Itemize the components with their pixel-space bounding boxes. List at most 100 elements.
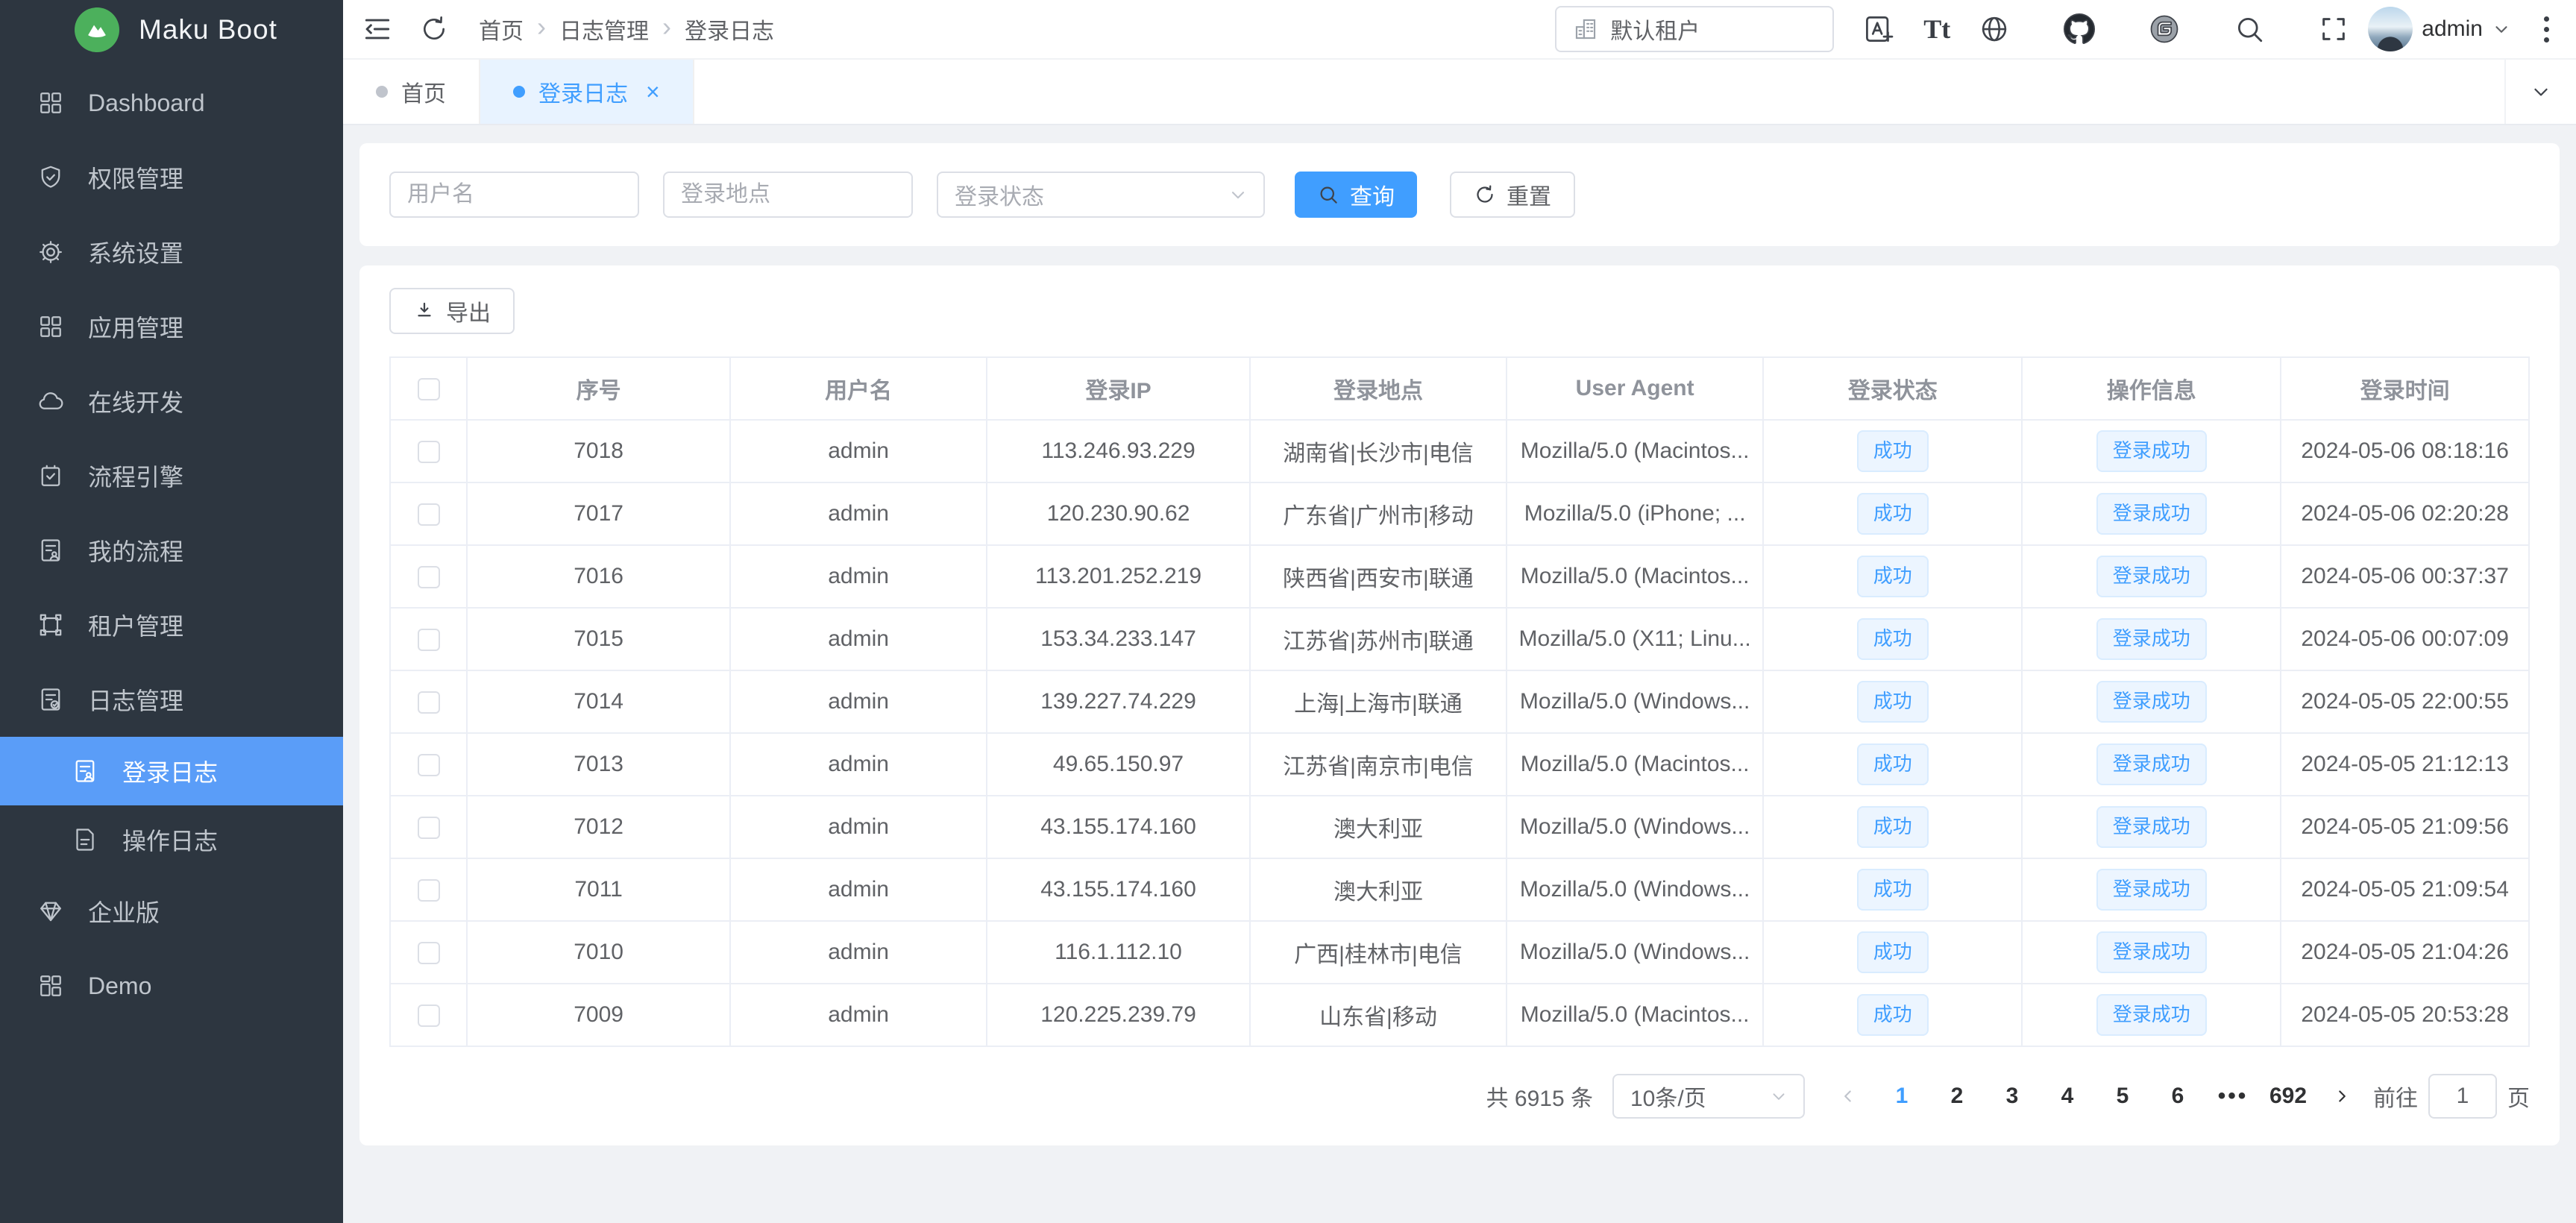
prev-page-icon[interactable]	[1827, 1074, 1869, 1119]
user-menu[interactable]: admin	[2368, 7, 2511, 51]
page-number-last[interactable]: 692	[2266, 1074, 2310, 1119]
query-button[interactable]: 查询	[1295, 172, 1417, 218]
row-checkbox[interactable]	[418, 566, 440, 588]
status-badge: 成功	[1857, 681, 1929, 722]
page-number-2[interactable]: 2	[1935, 1074, 1979, 1119]
export-button[interactable]: 导出	[389, 288, 515, 334]
breadcrumb-home[interactable]: 首页	[479, 13, 524, 45]
github-icon[interactable]	[2064, 13, 2095, 45]
close-icon[interactable]: ×	[646, 80, 660, 104]
sidebar-item-dashboard[interactable]: Dashboard	[0, 66, 343, 140]
sidebar-item-system-settings[interactable]: 系统设置	[0, 215, 343, 289]
column-header-location: 登录地点	[1250, 357, 1507, 420]
location-input[interactable]	[663, 172, 913, 218]
more-icon[interactable]	[2539, 12, 2554, 47]
search-icon	[1317, 183, 1339, 206]
username-input[interactable]	[389, 172, 639, 218]
row-checkbox[interactable]	[418, 691, 440, 714]
grid-icon	[37, 89, 64, 116]
page-number-1[interactable]: 1	[1879, 1074, 1924, 1119]
row-checkbox[interactable]	[418, 441, 440, 463]
row-checkbox[interactable]	[418, 754, 440, 776]
cell-user-agent: Mozilla/5.0 (Macintos...	[1507, 420, 1763, 482]
chevron-down-icon	[2492, 19, 2511, 39]
status-badge: 成功	[1857, 618, 1929, 659]
sidebar-item-online-dev[interactable]: 在线开发	[0, 364, 343, 438]
sidebar-item-demo[interactable]: Demo	[0, 949, 343, 1023]
pagination-ellipsis-icon[interactable]: •••	[2211, 1084, 2255, 1109]
row-checkbox[interactable]	[418, 942, 440, 964]
table-panel: 导出 序号 用户名 登录IP 登录地点	[359, 265, 2560, 1145]
row-checkbox[interactable]	[418, 503, 440, 526]
globe-icon[interactable]	[1979, 13, 2010, 45]
cell-ip: 139.227.74.229	[987, 670, 1250, 733]
sidebar-menu: Dashboard 权限管理 系统设置 应用管理 在线开发	[0, 60, 343, 1023]
row-checkbox[interactable]	[418, 817, 440, 839]
font-size-icon[interactable]: Tt	[1923, 13, 1950, 45]
sidebar-item-app-management[interactable]: 应用管理	[0, 289, 343, 364]
cell-location: 广东省|广州市|移动	[1250, 482, 1507, 545]
sidebar-item-operation-log[interactable]: 操作日志	[0, 805, 343, 874]
operation-badge: 登录成功	[2096, 743, 2207, 785]
cell-no: 7017	[467, 482, 730, 545]
sidebar-item-workflow-engine[interactable]: 流程引擎	[0, 438, 343, 513]
next-page-icon[interactable]	[2321, 1074, 2363, 1119]
pagination: 共 6915 条 10条/页 1 2 3 4 5 6 ••• 692 前往	[389, 1074, 2530, 1119]
cell-user-agent: Mozilla/5.0 (Windows...	[1507, 670, 1763, 733]
filter-panel: 登录状态 查询 重置	[359, 143, 2560, 246]
shield-check-icon	[37, 164, 64, 191]
cell-time: 2024-05-05 21:09:54	[2281, 858, 2529, 921]
user-name: admin	[2422, 16, 2483, 42]
sidebar-item-tenant-management[interactable]: 租户管理	[0, 588, 343, 662]
operation-badge: 登录成功	[2096, 430, 2207, 471]
status-badge: 成功	[1857, 556, 1929, 597]
login-log-table: 序号 用户名 登录IP 登录地点 User Agent 登录状态 操作信息 登录…	[389, 356, 2530, 1047]
gitee-icon[interactable]	[2149, 13, 2180, 45]
sidebar-item-enterprise[interactable]: 企业版	[0, 874, 343, 949]
sidebar-item-permissions[interactable]: 权限管理	[0, 140, 343, 215]
collapse-menu-icon[interactable]	[361, 13, 394, 45]
operation-badge: 登录成功	[2096, 931, 2207, 972]
sidebar-item-log-management[interactable]: 日志管理	[0, 662, 343, 737]
tenant-select[interactable]: 默认租户	[1555, 6, 1834, 52]
search-icon[interactable]	[2234, 13, 2265, 45]
page-number-3[interactable]: 3	[1990, 1074, 2035, 1119]
chevron-down-icon	[289, 316, 310, 337]
sidebar-item-login-log[interactable]: 登录日志	[0, 737, 343, 805]
logo-mountain-icon	[75, 7, 119, 52]
tab-home[interactable]: 首页	[343, 60, 480, 124]
select-all-checkbox[interactable]	[418, 378, 440, 400]
operation-badge: 登录成功	[2096, 681, 2207, 722]
status-badge: 成功	[1857, 869, 1929, 910]
cloud-icon	[37, 388, 64, 415]
page-number-4[interactable]: 4	[2045, 1074, 2090, 1119]
row-checkbox[interactable]	[418, 879, 440, 902]
row-checkbox[interactable]	[418, 629, 440, 651]
chevron-down-icon	[1769, 1087, 1788, 1106]
fullscreen-icon[interactable]	[2319, 14, 2349, 44]
cell-user-agent: Mozilla/5.0 (Macintos...	[1507, 733, 1763, 796]
page-content: 登录状态 查询 重置 导出	[343, 125, 2576, 1223]
tab-list-dropdown[interactable]	[2504, 60, 2576, 124]
reset-button[interactable]: 重置	[1450, 172, 1575, 218]
page-number-6[interactable]: 6	[2155, 1074, 2200, 1119]
chevron-down-icon	[2530, 81, 2552, 103]
page-size-select[interactable]: 10条/页	[1612, 1074, 1805, 1119]
diamond-icon	[37, 898, 64, 925]
clipboard-check-icon	[37, 462, 64, 489]
row-checkbox[interactable]	[418, 1005, 440, 1027]
cell-user-agent: Mozilla/5.0 (X11; Linu...	[1507, 608, 1763, 670]
tab-login-log[interactable]: 登录日志 ×	[480, 60, 694, 124]
cell-username: admin	[730, 545, 987, 608]
refresh-icon[interactable]	[419, 14, 449, 44]
sidebar-item-my-workflow[interactable]: 我的流程	[0, 513, 343, 588]
status-select[interactable]: 登录状态	[937, 172, 1265, 218]
breadcrumb-log-management[interactable]: 日志管理	[559, 13, 649, 45]
table-row: 7009 admin 120.225.239.79 山东省|移动 Mozilla…	[390, 984, 2529, 1046]
translate-icon[interactable]	[1862, 13, 1895, 45]
cell-no: 7012	[467, 796, 730, 858]
page-number-5[interactable]: 5	[2100, 1074, 2145, 1119]
cell-location: 广西|桂林市|电信	[1250, 921, 1507, 984]
cell-username: admin	[730, 482, 987, 545]
goto-page-input[interactable]	[2428, 1074, 2497, 1119]
